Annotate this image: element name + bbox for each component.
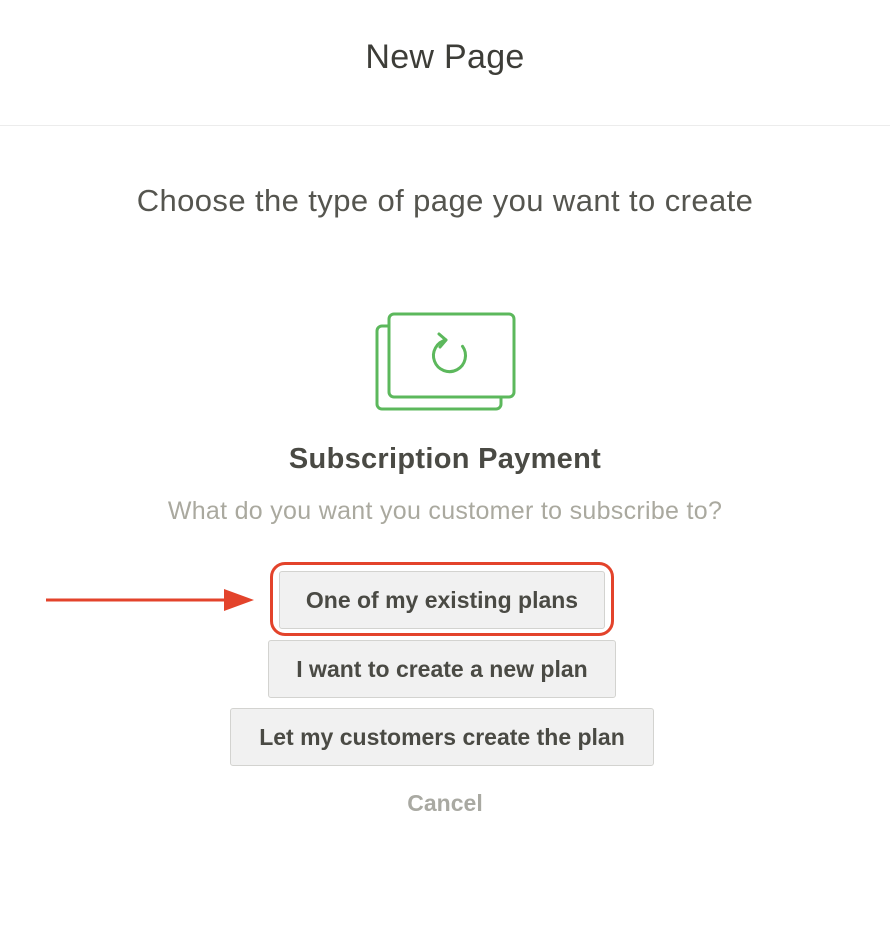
create-new-plan-button[interactable]: I want to create a new plan [268,640,616,698]
page-type-prompt: Choose the type of page you want to crea… [136,183,754,218]
new-page-dialog: New Page Choose the type of page you wan… [0,0,890,930]
subscription-cards-icon [375,312,516,411]
dialog-header: New Page [0,0,890,126]
customers-create-plan-button[interactable]: Let my customers create the plan [230,708,654,766]
right-arrow-annotation-icon [46,589,254,611]
cancel-link[interactable]: Cancel [0,790,890,817]
existing-plans-button[interactable]: One of my existing plans [279,571,605,629]
subscription-title: Subscription Payment [288,443,602,475]
subscription-subtitle: What do you want you customer to subscri… [167,497,723,525]
dialog-title: New Page [365,38,525,76]
